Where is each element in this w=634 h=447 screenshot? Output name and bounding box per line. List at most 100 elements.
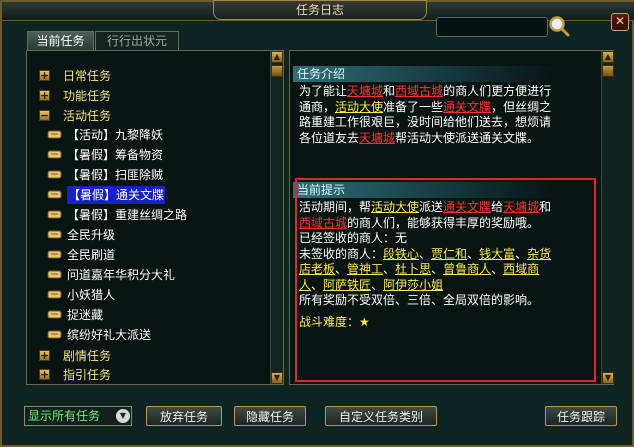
tab-current-tasks[interactable]: 当前任务 bbox=[27, 31, 94, 50]
task-label: 捉迷藏 bbox=[67, 308, 104, 322]
highlighted-term[interactable]: 天墉城 bbox=[347, 84, 383, 98]
task-detail-panel: 任务介绍 为了能让天墉城和西域古城的商人们更方便进行通商，活动大使准备了一些通关… bbox=[289, 50, 614, 385]
task-label: 小妖猎人 bbox=[67, 288, 116, 302]
scroll-down-arrow-icon[interactable]: ▼ bbox=[602, 372, 614, 384]
merchant-link[interactable]: 杜卜思 bbox=[395, 262, 431, 276]
separator: 、 bbox=[491, 262, 504, 276]
highlighted-term[interactable]: 活动大使 bbox=[371, 200, 419, 214]
task-label: 【活动】九黎降妖 bbox=[67, 128, 164, 142]
highlighted-term[interactable]: 天墉城 bbox=[503, 200, 539, 214]
expand-plus-icon[interactable]: + bbox=[39, 70, 50, 81]
text-segment: 活动期间，帮 bbox=[299, 200, 372, 214]
collapse-minus-icon[interactable]: − bbox=[39, 110, 50, 121]
filter-value: 显示所有任务 bbox=[28, 409, 101, 423]
highlighted-term[interactable]: 通关文牒 bbox=[443, 200, 491, 214]
highlighted-term[interactable]: 西域古城 bbox=[395, 84, 443, 98]
category-label: 活动任务 bbox=[63, 109, 112, 123]
scroll-icon bbox=[47, 330, 62, 339]
text-segment: 派送 bbox=[419, 200, 444, 214]
scroll-icon bbox=[47, 170, 62, 179]
difficulty-label: 战斗难度： bbox=[299, 314, 360, 329]
scroll-icon bbox=[47, 190, 62, 199]
tab-career-tasks[interactable]: 行行出状元 bbox=[95, 31, 179, 50]
task-label: 问道嘉年华积分大礼 bbox=[67, 268, 176, 282]
unsigned-label: 未签收的商人： bbox=[299, 246, 384, 261]
scroll-icon bbox=[47, 290, 62, 299]
merchant-link[interactable]: 贾仁和 bbox=[431, 247, 467, 261]
expand-plus-icon[interactable]: + bbox=[39, 90, 50, 101]
category-label: 剧情任务 bbox=[63, 349, 112, 363]
scroll-thumb[interactable] bbox=[602, 65, 614, 77]
signed-label: 已经签收的商人： bbox=[299, 231, 396, 245]
separator: 、 bbox=[371, 277, 384, 292]
hint-text: 活动期间，帮活动大使派送通关文牒给天墉城和西域古城的商人们，能够获得丰厚的奖励哦… bbox=[299, 200, 561, 231]
separator: 、 bbox=[467, 246, 480, 261]
task-tree-panel: + 日常任务 + 功能任务 − 活动任务 【活动】九黎降妖 【暑假】筹备物资 【… bbox=[26, 50, 284, 385]
task-label: 【暑假】通关文牒 bbox=[67, 186, 166, 204]
separator: 、 bbox=[335, 262, 348, 276]
chevron-down-icon[interactable]: ▼ bbox=[116, 409, 130, 423]
scroll-up-arrow-icon[interactable]: ▲ bbox=[602, 51, 614, 63]
unsigned-merchants: 未签收的商人：段铁心、贾仁和、钱大富、杂货店老板、管神工、杜卜思、曾鲁商人、西域… bbox=[299, 247, 561, 294]
highlighted-term[interactable]: 活动大使 bbox=[335, 100, 383, 114]
text-segment: 和 bbox=[539, 200, 552, 214]
signed-value: 无 bbox=[395, 231, 408, 245]
scroll-up-arrow-icon[interactable]: ▲ bbox=[271, 51, 283, 63]
merchant-link[interactable]: 管神工 bbox=[347, 262, 383, 276]
merchant-link[interactable]: 钱大富 bbox=[479, 247, 515, 261]
hint-heading: 当前提示 bbox=[293, 182, 557, 198]
category-label: 日常任务 bbox=[63, 69, 112, 83]
difficulty-row: 战斗难度：★ bbox=[299, 315, 561, 331]
intro-text: 为了能让天墉城和西域古城的商人们更方便进行通商，活动大使准备了一些通关文牒，但丝… bbox=[299, 84, 561, 146]
search-input[interactable] bbox=[436, 17, 548, 37]
window-title: 任务日志 bbox=[213, 0, 427, 20]
highlighted-term[interactable]: 西域古城 bbox=[299, 216, 347, 230]
merchant-link[interactable]: 段铁心 bbox=[383, 247, 419, 261]
track-task-button[interactable]: 任务跟踪 bbox=[545, 406, 617, 426]
close-button[interactable]: ✕ bbox=[611, 13, 629, 31]
intro-heading: 任务介绍 bbox=[293, 66, 557, 82]
task-label: 【暑假】筹备物资 bbox=[67, 148, 164, 162]
scroll-down-arrow-icon[interactable]: ▼ bbox=[271, 372, 283, 384]
abandon-task-button[interactable]: 放弃任务 bbox=[146, 406, 222, 426]
difficulty-star-icon: ★ bbox=[359, 314, 370, 329]
separator: 、 bbox=[383, 262, 396, 276]
separator: 、 bbox=[419, 246, 432, 261]
separator: 、 bbox=[515, 246, 528, 261]
separator: 、 bbox=[311, 277, 324, 292]
text-segment: 给 bbox=[491, 200, 504, 214]
text-segment: 和 bbox=[383, 84, 396, 98]
task-label: 【暑假】重建丝绸之路 bbox=[67, 208, 188, 222]
text-segment: 为了能让 bbox=[299, 84, 348, 98]
scroll-icon bbox=[47, 310, 62, 319]
search-icon[interactable] bbox=[548, 15, 570, 37]
category-label: 功能任务 bbox=[63, 89, 112, 103]
text-segment: 帮活动大使派送通关文牒。 bbox=[395, 130, 540, 145]
task-tree-scrollbar[interactable]: ▲ ▼ bbox=[270, 51, 283, 384]
merchant-link[interactable]: 阿萨铁匠 bbox=[323, 278, 371, 292]
highlighted-term[interactable]: 通关文牒 bbox=[443, 100, 491, 114]
quest-log-window: 任务日志 ✕ 当前任务 行行出状元 + 日常任务 + 功能任务 − 活动任务 【… bbox=[0, 0, 634, 447]
merchant-link[interactable]: 曾鲁商人 bbox=[443, 262, 491, 276]
scroll-icon bbox=[47, 230, 62, 239]
custom-category-button[interactable]: 自定义任务类别 bbox=[325, 406, 437, 426]
task-label: 全民刷道 bbox=[67, 248, 116, 262]
scroll-icon bbox=[47, 150, 62, 159]
detail-scrollbar[interactable]: ▲ ▼ bbox=[601, 51, 614, 384]
separator: 、 bbox=[431, 262, 444, 276]
text-segment: 准备了一些 bbox=[383, 99, 444, 114]
scroll-thumb[interactable] bbox=[271, 65, 283, 77]
signed-merchants: 已经签收的商人：无 bbox=[299, 231, 561, 247]
expand-plus-icon[interactable]: + bbox=[39, 350, 50, 361]
scroll-icon bbox=[47, 210, 62, 219]
expand-plus-icon[interactable]: + bbox=[39, 369, 50, 380]
category-label: 指引任务 bbox=[63, 368, 112, 382]
task-filter-dropdown[interactable]: 显示所有任务 ▼ bbox=[24, 406, 132, 426]
task-label: 【暑假】扫匪除贼 bbox=[67, 168, 164, 182]
highlighted-term[interactable]: 天墉城 bbox=[359, 131, 395, 145]
scroll-icon bbox=[47, 270, 62, 279]
hide-task-button[interactable]: 隐藏任务 bbox=[234, 406, 306, 426]
merchant-link[interactable]: 阿伊莎小姐 bbox=[383, 278, 443, 292]
task-label: 全民升级 bbox=[67, 228, 116, 242]
text-segment: 的商人们，能够获得丰厚的奖励哦。 bbox=[347, 215, 540, 230]
